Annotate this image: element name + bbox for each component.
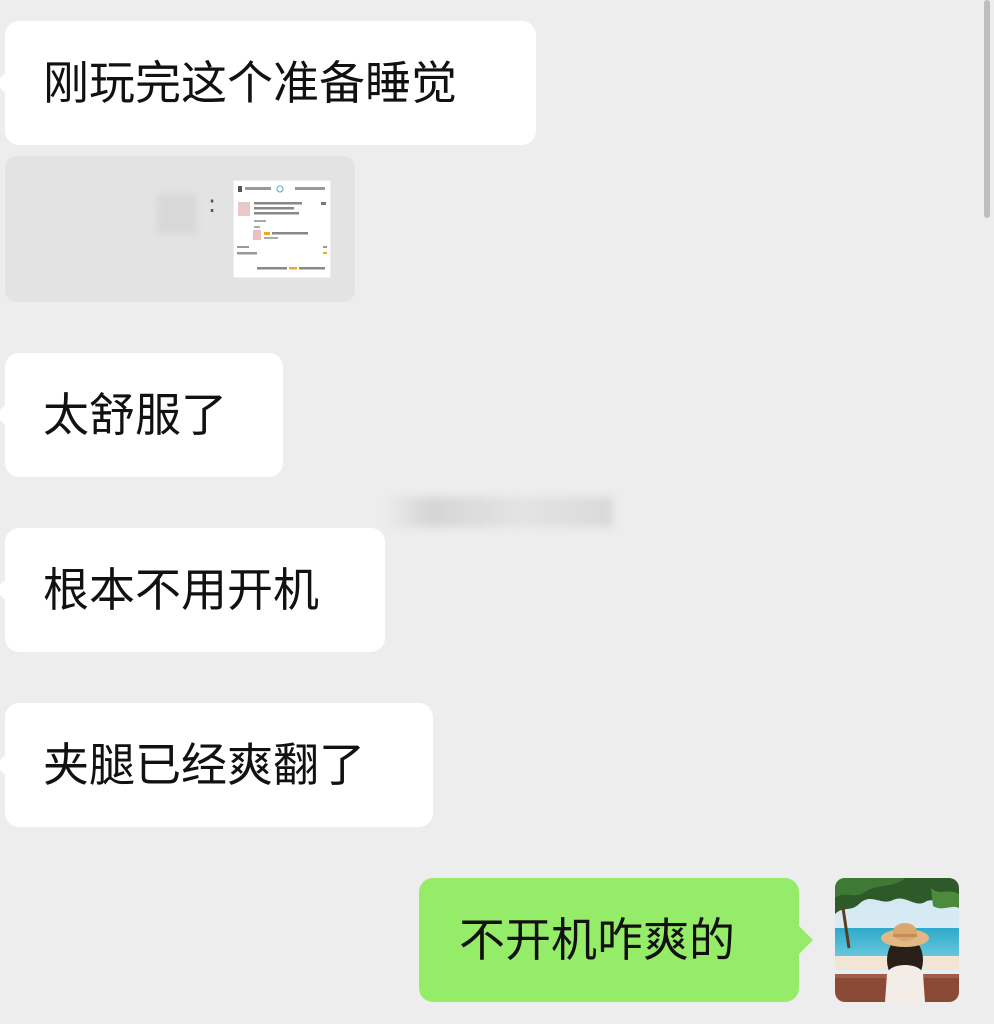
message-bubble-incoming[interactable]: 夹腿已经爽翻了	[0, 703, 433, 827]
message-bubble-incoming[interactable]: 根本不用开机	[0, 528, 385, 652]
card-blurred-avatar	[157, 194, 197, 234]
message-text: 刚玩完这个准备睡觉	[43, 56, 457, 110]
blurred-overlay	[385, 497, 613, 527]
chat-window: 刚玩完这个准备睡觉 : 太舒服了 根本不用开机 夹腿已经爽翻了 不开机咋爽的	[0, 0, 994, 1024]
message-text: 夹腿已经爽翻了	[43, 738, 365, 792]
avatar-icon[interactable]	[835, 878, 959, 1002]
message-text: 太舒服了	[43, 388, 227, 442]
card-thumbnail[interactable]	[233, 180, 331, 278]
message-bubble-outgoing[interactable]: 不开机咋爽的	[419, 878, 813, 1002]
bubble-tail	[0, 579, 6, 601]
bubble-tail	[0, 404, 6, 426]
message-bubble-incoming[interactable]: 太舒服了	[0, 353, 283, 477]
message-text: 根本不用开机	[43, 563, 319, 617]
message-text: 不开机咋爽的	[459, 913, 735, 967]
bubble-tail	[0, 754, 6, 776]
bubble-tail	[0, 72, 6, 94]
bubble-tail	[799, 926, 813, 954]
card-caption: :	[208, 190, 217, 218]
message-bubble-incoming[interactable]: 刚玩完这个准备睡觉	[0, 21, 536, 145]
scrollbar[interactable]	[984, 0, 990, 218]
